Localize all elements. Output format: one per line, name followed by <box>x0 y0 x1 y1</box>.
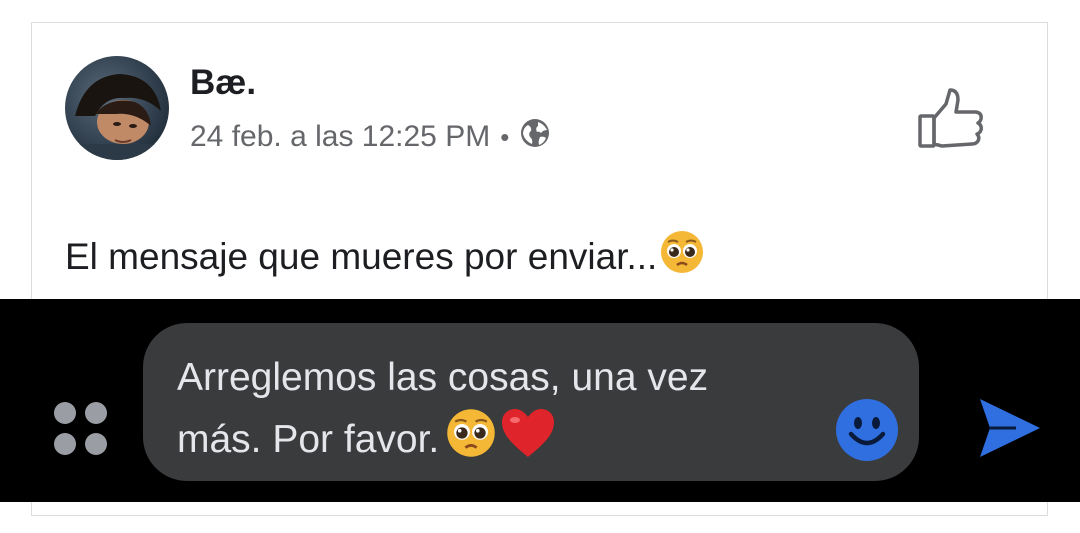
chat-composer: Arreglemos las cosas, una vez más. Por f… <box>0 299 1080 502</box>
thumbs-up-icon[interactable] <box>916 86 986 152</box>
message-input[interactable]: Arreglemos las cosas, una vez más. Por f… <box>143 323 919 481</box>
pleading-face-icon <box>445 407 497 476</box>
post-text-content: El mensaje que mueres por enviar... <box>65 235 658 277</box>
grid-dots-icon[interactable] <box>52 400 112 458</box>
post-text: El mensaje que mueres por enviar... <box>65 229 705 284</box>
message-emojis <box>445 407 557 476</box>
pleading-face-icon <box>659 229 705 284</box>
globe-icon <box>519 117 551 157</box>
send-arrow-icon[interactable] <box>976 395 1042 461</box>
red-heart-icon <box>499 407 557 476</box>
meta-separator: • <box>500 121 510 152</box>
post-meta: 24 feb. a las 12:25 PM • <box>190 117 551 157</box>
message-text: Arreglemos las cosas, una vez más. Por f… <box>177 356 709 461</box>
avatar[interactable] <box>65 56 169 160</box>
author-name[interactable]: Bæ. <box>190 63 256 103</box>
smiley-icon[interactable] <box>835 398 899 462</box>
post-timestamp[interactable]: 24 feb. a las 12:25 PM <box>190 120 490 154</box>
